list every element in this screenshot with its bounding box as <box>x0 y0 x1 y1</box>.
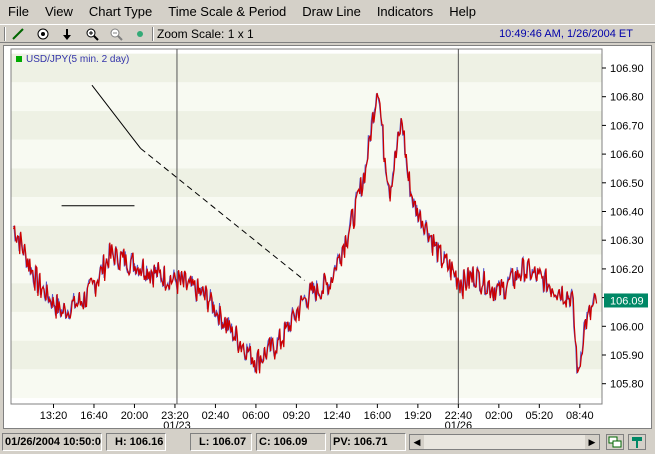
grid-band <box>11 369 602 399</box>
grid-band <box>11 225 602 255</box>
grid-band <box>11 82 602 112</box>
status-high: H: 106.16 <box>106 433 166 451</box>
toolbar-grip <box>4 27 6 41</box>
x-tick-label: 12:40 <box>323 410 351 422</box>
grid-band <box>11 139 602 169</box>
x-tick-label: 20:00 <box>121 410 149 422</box>
menu-view[interactable]: View <box>37 0 81 24</box>
menu-bar: File View Chart Type Time Scale & Period… <box>0 0 655 24</box>
zoom-scale-label: Zoom Scale: 1 x 1 <box>157 27 254 41</box>
y-tick-label: 105.80 <box>610 379 644 391</box>
zoom-out-icon[interactable] <box>107 26 125 42</box>
menu-chart-type[interactable]: Chart Type <box>81 0 160 24</box>
x-tick-label: 02:40 <box>202 410 230 422</box>
window-tile-icon[interactable] <box>606 434 624 450</box>
y-tick-label: 106.50 <box>610 178 644 190</box>
x-tick-label: 19:20 <box>404 410 432 422</box>
menu-time-scale[interactable]: Time Scale & Period <box>160 0 294 24</box>
toolbar-separator <box>152 27 154 41</box>
chart-panel[interactable]: 106.90 106.80 106.70 106.60 106.50 106.40 106.… <box>3 45 652 432</box>
x-tick-label: 06:00 <box>242 410 270 422</box>
grid-band <box>11 340 602 370</box>
date-label: 01/26 <box>445 420 473 428</box>
menu-file[interactable]: File <box>0 0 37 24</box>
current-price-label: 106.09 <box>610 295 644 307</box>
status-bar: 01/26/2004 10:50:00 H: 106.16 L: 106.07 … <box>0 431 655 454</box>
status-low: L: 106.07 <box>190 433 252 451</box>
clock: 10:49:46 AM, 1/26/2004 ET <box>499 28 633 40</box>
x-tick-label: 02:00 <box>485 410 513 422</box>
y-tick-label: 106.70 <box>610 120 644 132</box>
grid-band <box>11 168 602 198</box>
status-pv: PV: 106.71 <box>330 433 406 451</box>
legend-swatch <box>16 56 22 62</box>
zoom-in-icon[interactable] <box>83 26 101 42</box>
x-tick-label: 16:00 <box>364 410 392 422</box>
draw-line-icon[interactable] <box>9 26 27 42</box>
x-tick-label: 05:20 <box>526 410 554 422</box>
horizontal-scrollbar[interactable]: ◀ ▶ <box>409 434 600 450</box>
legend-series-name: USD/JPY(5 min. 2 day) <box>26 54 129 65</box>
y-tick-label: 105.90 <box>610 350 644 362</box>
menu-draw-line[interactable]: Draw Line <box>294 0 369 24</box>
menu-help[interactable]: Help <box>441 0 484 24</box>
crosshair-icon[interactable] <box>34 26 52 42</box>
scroll-right-icon[interactable]: ▶ <box>585 435 599 449</box>
grid-band <box>11 111 602 140</box>
grid-band <box>11 311 602 341</box>
y-tick-label: 106.40 <box>610 207 644 219</box>
y-tick-label: 106.90 <box>610 63 644 75</box>
x-tick-label: 08:40 <box>566 410 594 422</box>
status-datetime: 01/26/2004 10:50:00 <box>2 433 102 451</box>
help-pointer-icon[interactable] <box>628 434 646 450</box>
date-label: 01/23 <box>163 420 191 428</box>
scroll-left-icon[interactable]: ◀ <box>410 435 424 449</box>
status-close: C: 106.09 <box>256 433 326 451</box>
y-tick-label: 106.80 <box>610 92 644 104</box>
x-tick-label: 16:40 <box>80 410 108 422</box>
price-chart[interactable]: 106.90 106.80 106.70 106.60 106.50 106.40 106.… <box>4 46 651 432</box>
menu-indicators[interactable]: Indicators <box>369 0 441 24</box>
x-tick-label: 09:20 <box>283 410 311 422</box>
y-tick-label: 106.00 <box>610 321 644 333</box>
toolbar: Zoom Scale: 1 x 1 10:49:46 AM, 1/26/2004… <box>0 24 655 43</box>
y-tick-label: 106.20 <box>610 264 644 276</box>
grid-band <box>11 197 602 226</box>
y-tick-label: 106.60 <box>610 149 644 161</box>
down-arrow-icon[interactable] <box>58 26 76 42</box>
x-tick-label: 13:20 <box>40 410 68 422</box>
marker-icon[interactable] <box>131 26 149 42</box>
y-tick-label: 106.30 <box>610 235 644 247</box>
